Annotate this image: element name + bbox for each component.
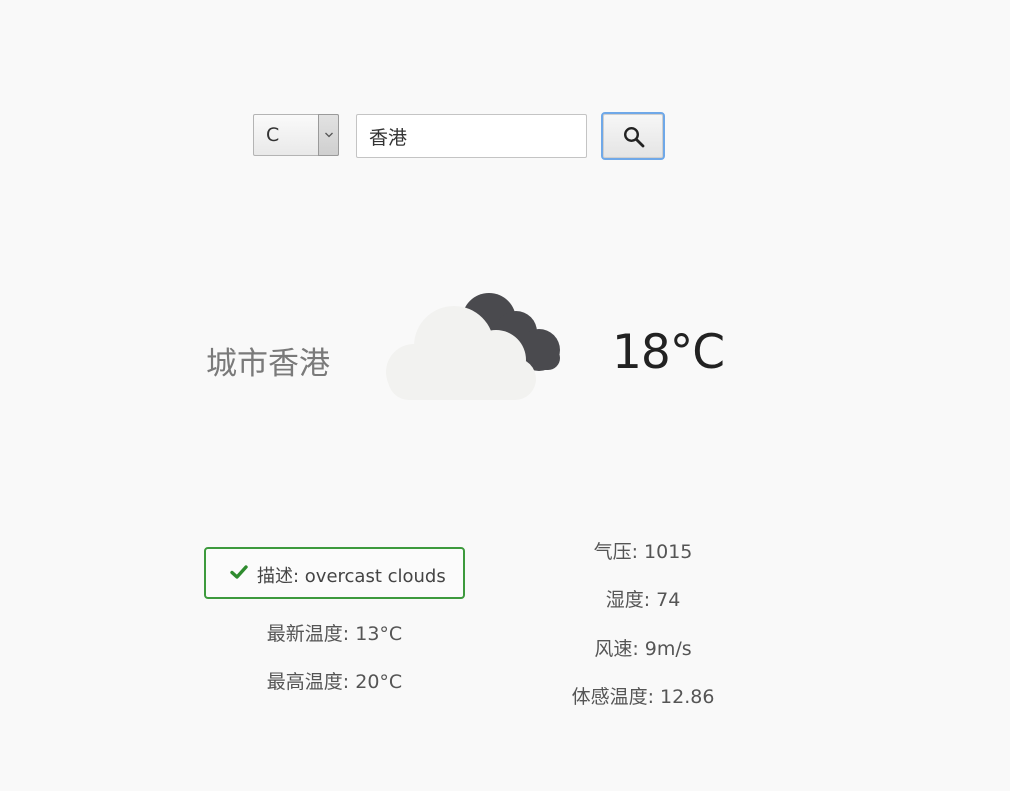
unit-select[interactable]: C: [253, 114, 339, 156]
temperature: 18°C: [612, 325, 725, 380]
chevron-down-icon[interactable]: [318, 114, 339, 156]
city-search-input[interactable]: [356, 114, 587, 158]
min-temperature: 最新温度: 13°C: [266, 623, 403, 645]
humidity: 湿度: 74: [605, 589, 681, 611]
search-icon: [623, 126, 645, 148]
weather-page: C 城市香港 18°C: [0, 0, 1010, 791]
description-text: 描述: overcast clouds: [257, 566, 446, 587]
pressure: 气压: 1015: [593, 541, 693, 563]
description-alert: 描述: overcast clouds: [204, 547, 465, 599]
unit-select-value: C: [266, 124, 280, 146]
max-temperature: 最高温度: 20°C: [266, 671, 403, 693]
check-icon: [230, 565, 248, 579]
cloud-overcast-icon: [386, 293, 560, 400]
search-button[interactable]: [601, 112, 665, 160]
feels-like: 体感温度: 12.86: [571, 686, 715, 708]
wind-speed: 风速: 9m/s: [594, 638, 692, 660]
city-name: 城市香港: [206, 346, 330, 382]
